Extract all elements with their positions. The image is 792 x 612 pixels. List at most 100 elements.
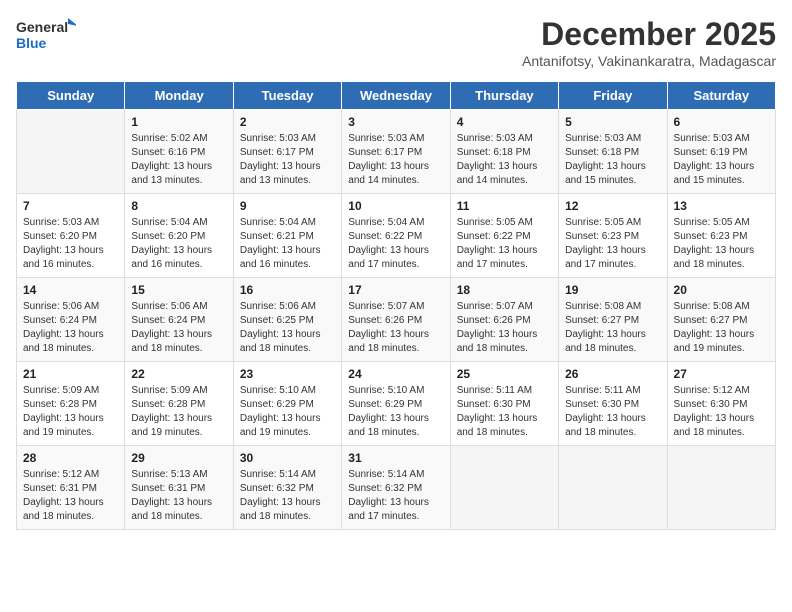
day-number: 20 xyxy=(674,283,769,297)
day-info: Sunrise: 5:07 AM Sunset: 6:26 PM Dayligh… xyxy=(457,300,552,356)
calendar-cell: 27 Sunrise: 5:12 AM Sunset: 6:30 PM Dayli… xyxy=(667,362,775,446)
day-number: 21 xyxy=(23,367,118,381)
day-number: 1 xyxy=(131,115,226,129)
day-header-tuesday: Tuesday xyxy=(233,82,341,110)
calendar-cell: 16 Sunrise: 5:06 AM Sunset: 6:25 PM Dayli… xyxy=(233,278,341,362)
day-header-friday: Friday xyxy=(559,82,667,110)
week-row-4: 21 Sunrise: 5:09 AM Sunset: 6:28 PM Dayli… xyxy=(17,362,776,446)
day-number: 19 xyxy=(565,283,660,297)
calendar-cell: 8 Sunrise: 5:04 AM Sunset: 6:20 PM Daylig… xyxy=(125,194,233,278)
week-row-5: 28 Sunrise: 5:12 AM Sunset: 6:31 PM Dayli… xyxy=(17,446,776,530)
calendar-cell: 28 Sunrise: 5:12 AM Sunset: 6:31 PM Dayli… xyxy=(17,446,125,530)
day-number: 13 xyxy=(674,199,769,213)
day-header-sunday: Sunday xyxy=(17,82,125,110)
day-number: 29 xyxy=(131,451,226,465)
calendar-cell: 17 Sunrise: 5:07 AM Sunset: 6:26 PM Dayli… xyxy=(342,278,450,362)
svg-text:General: General xyxy=(16,19,68,35)
day-number: 26 xyxy=(565,367,660,381)
day-info: Sunrise: 5:14 AM Sunset: 6:32 PM Dayligh… xyxy=(348,468,443,524)
calendar-cell: 9Sunrise: 5:04 AM Sunset: 6:21 PM Daylig… xyxy=(233,194,341,278)
day-header-wednesday: Wednesday xyxy=(342,82,450,110)
day-info: Sunrise: 5:03 AM Sunset: 6:17 PM Dayligh… xyxy=(240,132,335,188)
calendar-cell xyxy=(667,446,775,530)
page-header: General Blue December 2025 Antanifotsy, … xyxy=(16,16,776,69)
day-info: Sunrise: 5:14 AM Sunset: 6:32 PM Dayligh… xyxy=(240,468,335,524)
day-info: Sunrise: 5:06 AM Sunset: 6:24 PM Dayligh… xyxy=(131,300,226,356)
day-info: Sunrise: 5:10 AM Sunset: 6:29 PM Dayligh… xyxy=(348,384,443,440)
day-info: Sunrise: 5:06 AM Sunset: 6:25 PM Dayligh… xyxy=(240,300,335,356)
day-info: Sunrise: 5:05 AM Sunset: 6:23 PM Dayligh… xyxy=(565,216,660,272)
day-number: 4 xyxy=(457,115,552,129)
calendar-cell: 29Sunrise: 5:13 AM Sunset: 6:31 PM Dayli… xyxy=(125,446,233,530)
day-info: Sunrise: 5:04 AM Sunset: 6:21 PM Dayligh… xyxy=(240,216,335,272)
day-info: Sunrise: 5:11 AM Sunset: 6:30 PM Dayligh… xyxy=(565,384,660,440)
week-row-2: 7 Sunrise: 5:03 AM Sunset: 6:20 PM Daylig… xyxy=(17,194,776,278)
calendar-cell: 18Sunrise: 5:07 AM Sunset: 6:26 PM Dayli… xyxy=(450,278,558,362)
day-info: Sunrise: 5:04 AM Sunset: 6:22 PM Dayligh… xyxy=(348,216,443,272)
day-info: Sunrise: 5:12 AM Sunset: 6:30 PM Dayligh… xyxy=(674,384,769,440)
day-number: 27 xyxy=(674,367,769,381)
day-number: 5 xyxy=(565,115,660,129)
day-header-thursday: Thursday xyxy=(450,82,558,110)
calendar-cell: 20Sunrise: 5:08 AM Sunset: 6:27 PM Dayli… xyxy=(667,278,775,362)
calendar-cell: 11Sunrise: 5:05 AM Sunset: 6:22 PM Dayli… xyxy=(450,194,558,278)
calendar-table: SundayMondayTuesdayWednesdayThursdayFrid… xyxy=(16,81,776,530)
day-number: 15 xyxy=(131,283,226,297)
calendar-cell: 31 Sunrise: 5:14 AM Sunset: 6:32 PM Dayli… xyxy=(342,446,450,530)
day-number: 12 xyxy=(565,199,660,213)
day-number: 30 xyxy=(240,451,335,465)
calendar-cell: 2 Sunrise: 5:03 AM Sunset: 6:17 PM Daylig… xyxy=(233,110,341,194)
day-info: Sunrise: 5:05 AM Sunset: 6:22 PM Dayligh… xyxy=(457,216,552,272)
day-headers-row: SundayMondayTuesdayWednesdayThursdayFrid… xyxy=(17,82,776,110)
title-block: December 2025 Antanifotsy, Vakinankaratr… xyxy=(522,16,776,69)
week-row-1: 1 Sunrise: 5:02 AM Sunset: 6:16 PM Daylig… xyxy=(17,110,776,194)
day-info: Sunrise: 5:02 AM Sunset: 6:16 PM Dayligh… xyxy=(131,132,226,188)
day-info: Sunrise: 5:06 AM Sunset: 6:24 PM Dayligh… xyxy=(23,300,118,356)
calendar-cell: 19Sunrise: 5:08 AM Sunset: 6:27 PM Dayli… xyxy=(559,278,667,362)
day-number: 23 xyxy=(240,367,335,381)
calendar-cell xyxy=(559,446,667,530)
day-info: Sunrise: 5:05 AM Sunset: 6:23 PM Dayligh… xyxy=(674,216,769,272)
day-header-monday: Monday xyxy=(125,82,233,110)
calendar-cell: 7 Sunrise: 5:03 AM Sunset: 6:20 PM Daylig… xyxy=(17,194,125,278)
calendar-cell: 4Sunrise: 5:03 AM Sunset: 6:18 PM Daylig… xyxy=(450,110,558,194)
calendar-cell: 5 Sunrise: 5:03 AM Sunset: 6:18 PM Daylig… xyxy=(559,110,667,194)
logo: General Blue xyxy=(16,16,76,56)
calendar-cell: 12 Sunrise: 5:05 AM Sunset: 6:23 PM Dayli… xyxy=(559,194,667,278)
day-number: 7 xyxy=(23,199,118,213)
calendar-cell: 22Sunrise: 5:09 AM Sunset: 6:28 PM Dayli… xyxy=(125,362,233,446)
day-info: Sunrise: 5:04 AM Sunset: 6:20 PM Dayligh… xyxy=(131,216,226,272)
day-number: 2 xyxy=(240,115,335,129)
calendar-cell xyxy=(450,446,558,530)
svg-text:Blue: Blue xyxy=(16,35,47,51)
day-number: 16 xyxy=(240,283,335,297)
logo-icon: General Blue xyxy=(16,16,76,56)
calendar-cell: 6 Sunrise: 5:03 AM Sunset: 6:19 PM Daylig… xyxy=(667,110,775,194)
day-number: 25 xyxy=(457,367,552,381)
day-info: Sunrise: 5:12 AM Sunset: 6:31 PM Dayligh… xyxy=(23,468,118,524)
day-info: Sunrise: 5:03 AM Sunset: 6:18 PM Dayligh… xyxy=(565,132,660,188)
day-info: Sunrise: 5:11 AM Sunset: 6:30 PM Dayligh… xyxy=(457,384,552,440)
day-number: 28 xyxy=(23,451,118,465)
calendar-cell: 26 Sunrise: 5:11 AM Sunset: 6:30 PM Dayli… xyxy=(559,362,667,446)
week-row-3: 14 Sunrise: 5:06 AM Sunset: 6:24 PM Dayli… xyxy=(17,278,776,362)
month-title: December 2025 xyxy=(522,16,776,53)
day-number: 17 xyxy=(348,283,443,297)
day-number: 8 xyxy=(131,199,226,213)
calendar-cell: 23 Sunrise: 5:10 AM Sunset: 6:29 PM Dayli… xyxy=(233,362,341,446)
day-info: Sunrise: 5:03 AM Sunset: 6:17 PM Dayligh… xyxy=(348,132,443,188)
location-subtitle: Antanifotsy, Vakinankaratra, Madagascar xyxy=(522,53,776,69)
day-info: Sunrise: 5:03 AM Sunset: 6:19 PM Dayligh… xyxy=(674,132,769,188)
calendar-cell: 25 Sunrise: 5:11 AM Sunset: 6:30 PM Dayli… xyxy=(450,362,558,446)
day-info: Sunrise: 5:03 AM Sunset: 6:20 PM Dayligh… xyxy=(23,216,118,272)
day-number: 6 xyxy=(674,115,769,129)
calendar-cell: 1 Sunrise: 5:02 AM Sunset: 6:16 PM Daylig… xyxy=(125,110,233,194)
day-number: 22 xyxy=(131,367,226,381)
calendar-cell: 3Sunrise: 5:03 AM Sunset: 6:17 PM Daylig… xyxy=(342,110,450,194)
day-info: Sunrise: 5:07 AM Sunset: 6:26 PM Dayligh… xyxy=(348,300,443,356)
day-number: 14 xyxy=(23,283,118,297)
day-info: Sunrise: 5:10 AM Sunset: 6:29 PM Dayligh… xyxy=(240,384,335,440)
day-info: Sunrise: 5:09 AM Sunset: 6:28 PM Dayligh… xyxy=(23,384,118,440)
calendar-cell: 14 Sunrise: 5:06 AM Sunset: 6:24 PM Dayli… xyxy=(17,278,125,362)
day-number: 31 xyxy=(348,451,443,465)
